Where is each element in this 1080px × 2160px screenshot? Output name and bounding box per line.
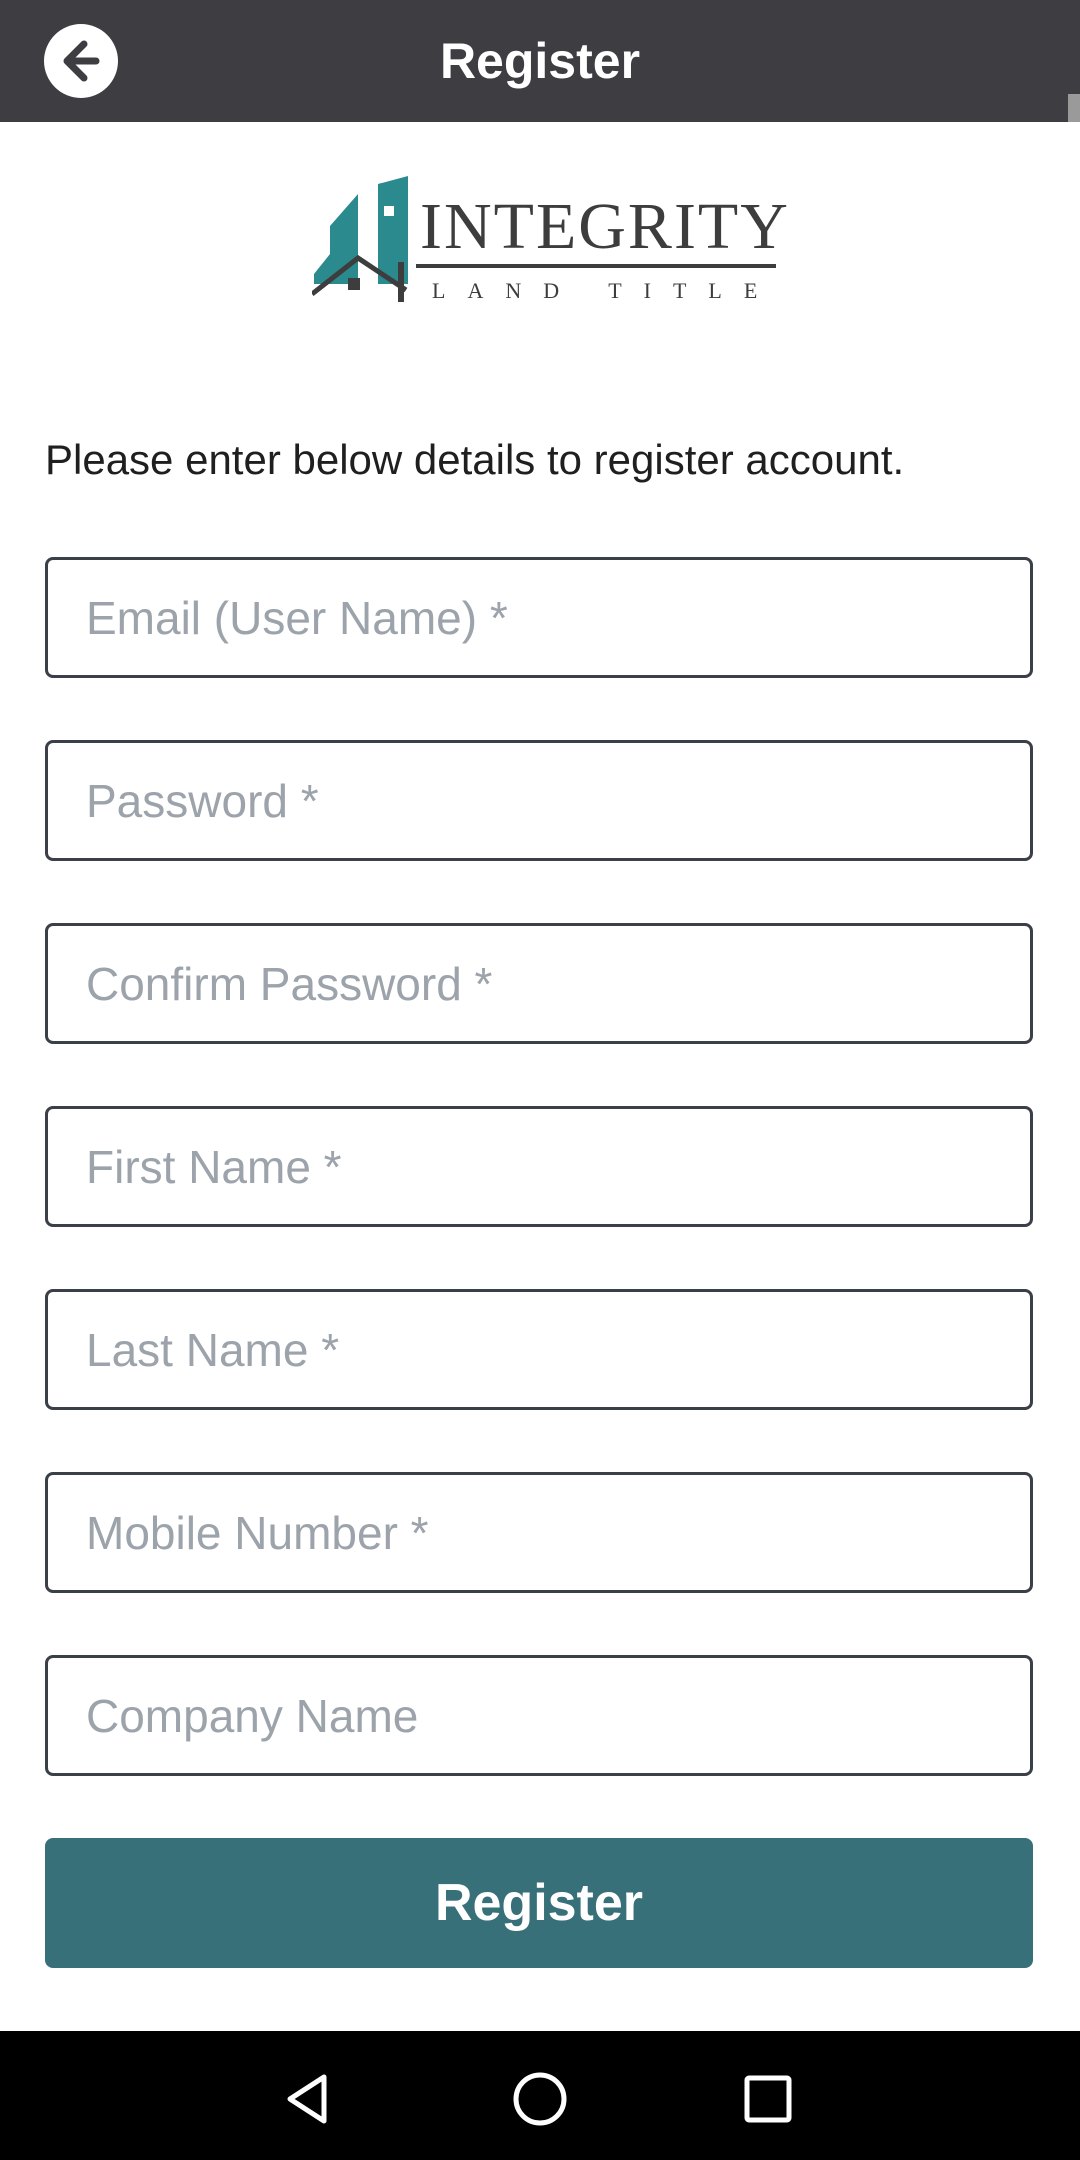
company-logo: INTEGRITY LAND TITLE xyxy=(312,166,788,306)
logo-subtitle: LAND TITLE xyxy=(432,278,780,303)
last-name-input[interactable] xyxy=(48,1292,1030,1407)
confirm-password-input[interactable] xyxy=(48,926,1030,1041)
first-name-input[interactable] xyxy=(48,1109,1030,1224)
nav-home-button[interactable] xyxy=(500,2059,580,2139)
page-title: Register xyxy=(439,33,641,89)
mobile-number-field[interactable] xyxy=(45,1472,1033,1593)
logo-wordmark: INTEGRITY xyxy=(420,190,790,263)
email-field[interactable] xyxy=(45,557,1033,678)
logo-buildings-icon xyxy=(312,176,408,302)
mobile-number-input[interactable] xyxy=(48,1475,1030,1590)
system-nav-bar xyxy=(0,2031,1080,2160)
home-circle-icon xyxy=(513,2072,567,2126)
back-triangle-icon xyxy=(287,2074,327,2124)
logo-divider xyxy=(416,264,776,268)
nav-recents-button[interactable] xyxy=(728,2059,808,2139)
first-name-field[interactable] xyxy=(45,1106,1033,1227)
email-input[interactable] xyxy=(48,560,1030,675)
company-name-field[interactable] xyxy=(45,1655,1033,1776)
company-name-input[interactable] xyxy=(48,1658,1030,1773)
password-input[interactable] xyxy=(48,743,1030,858)
app-header: Register xyxy=(0,0,1080,122)
last-name-field[interactable] xyxy=(45,1289,1033,1410)
confirm-password-field[interactable] xyxy=(45,923,1033,1044)
instructions-text: Please enter below details to register a… xyxy=(45,436,905,483)
password-field[interactable] xyxy=(45,740,1033,861)
register-button[interactable]: Register xyxy=(45,1838,1033,1968)
scroll-indicator xyxy=(1068,94,1080,122)
recents-square-icon xyxy=(744,2075,792,2123)
nav-back-button[interactable] xyxy=(268,2059,348,2139)
